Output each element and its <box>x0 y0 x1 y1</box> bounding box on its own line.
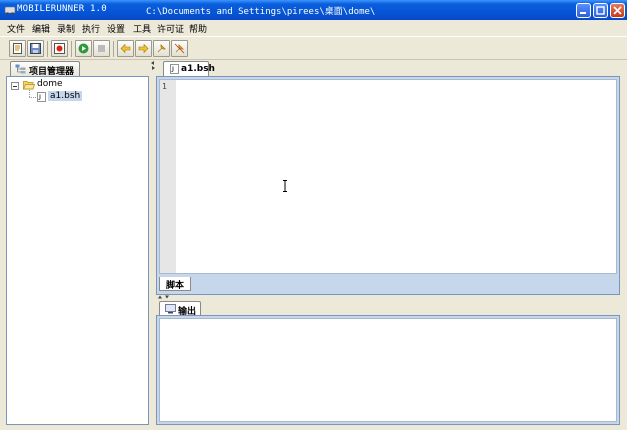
title-bar[interactable]: MOBILERUNNER 1.0 C:\Documents and Settin… <box>0 0 627 20</box>
folder-open-icon <box>23 81 35 90</box>
editor-panel: a1.bsh 1 脚本 <box>156 60 620 295</box>
play-icon <box>78 43 89 54</box>
tree-item-a1-bsh[interactable]: a1.bsh <box>48 91 83 101</box>
code-editor[interactable]: 1 <box>159 79 617 274</box>
project-icon <box>15 64 26 74</box>
window-path: C:\Documents and Settings\pirees\桌面\dome… <box>146 7 376 17</box>
menu-run[interactable]: 执行 <box>82 22 100 35</box>
forward-button[interactable] <box>135 40 152 57</box>
tree-collapse-toggle[interactable] <box>11 82 19 90</box>
run-button[interactable] <box>75 40 92 57</box>
menu-bar: 文件 编辑 录制 执行 设置 工具 许可证 帮助 <box>0 20 627 36</box>
tab-a1-bsh-label: a1.bsh <box>181 64 215 74</box>
tab-output[interactable]: 输出 <box>159 301 201 317</box>
close-button[interactable] <box>610 3 625 18</box>
maximize-icon <box>596 6 605 15</box>
mark-button[interactable] <box>153 40 170 57</box>
project-panel: 项目管理器 dome a1.bsh <box>6 60 149 425</box>
save-button[interactable] <box>27 40 44 57</box>
new-file-button[interactable] <box>9 40 26 57</box>
tree-root-dome[interactable]: dome <box>37 79 63 89</box>
save-icon <box>30 43 41 54</box>
unmark-button[interactable] <box>171 40 188 57</box>
stop-icon <box>98 45 105 52</box>
script-file-icon <box>170 64 179 74</box>
menu-tools[interactable]: 工具 <box>133 22 151 35</box>
line-number: 1 <box>162 82 167 91</box>
output-frame <box>156 315 620 425</box>
pin-icon <box>157 44 166 53</box>
menu-settings[interactable]: 设置 <box>107 22 125 35</box>
back-button[interactable] <box>117 40 134 57</box>
tab-project-manager[interactable]: 项目管理器 <box>10 61 80 77</box>
tab-script[interactable]: 脚本 <box>159 277 191 291</box>
minimize-button[interactable] <box>576 3 591 18</box>
line-number-gutter: 1 <box>160 80 176 273</box>
toolbar <box>0 36 627 60</box>
menu-license[interactable]: 许可证 <box>157 22 184 35</box>
menu-edit[interactable]: 编辑 <box>32 22 50 35</box>
unpin-icon <box>174 43 185 54</box>
tab-a1-bsh[interactable]: a1.bsh <box>163 61 215 77</box>
window-title: MOBILERUNNER 1.0 <box>17 4 107 14</box>
menu-record[interactable]: 录制 <box>57 22 75 35</box>
close-icon <box>613 6 622 15</box>
tab-script-label: 脚本 <box>166 281 185 291</box>
record-icon <box>54 43 65 54</box>
menu-file[interactable]: 文件 <box>7 22 25 35</box>
menu-help[interactable]: 帮助 <box>189 22 207 35</box>
script-file-icon <box>37 92 46 102</box>
minimize-icon <box>580 12 586 14</box>
output-console[interactable] <box>159 318 617 422</box>
forward-arrow-icon <box>138 43 149 54</box>
app-icon <box>4 6 16 15</box>
stop-button[interactable] <box>93 40 110 57</box>
editor-frame: 1 脚本 <box>156 76 620 295</box>
project-tree[interactable]: dome a1.bsh <box>6 76 149 425</box>
back-arrow-icon <box>120 43 131 54</box>
console-icon <box>165 304 176 314</box>
new-file-icon <box>13 43 22 54</box>
text-cursor-icon <box>283 180 287 192</box>
output-panel: 输出 <box>156 299 620 425</box>
maximize-button[interactable] <box>593 3 608 18</box>
record-button[interactable] <box>51 40 68 57</box>
